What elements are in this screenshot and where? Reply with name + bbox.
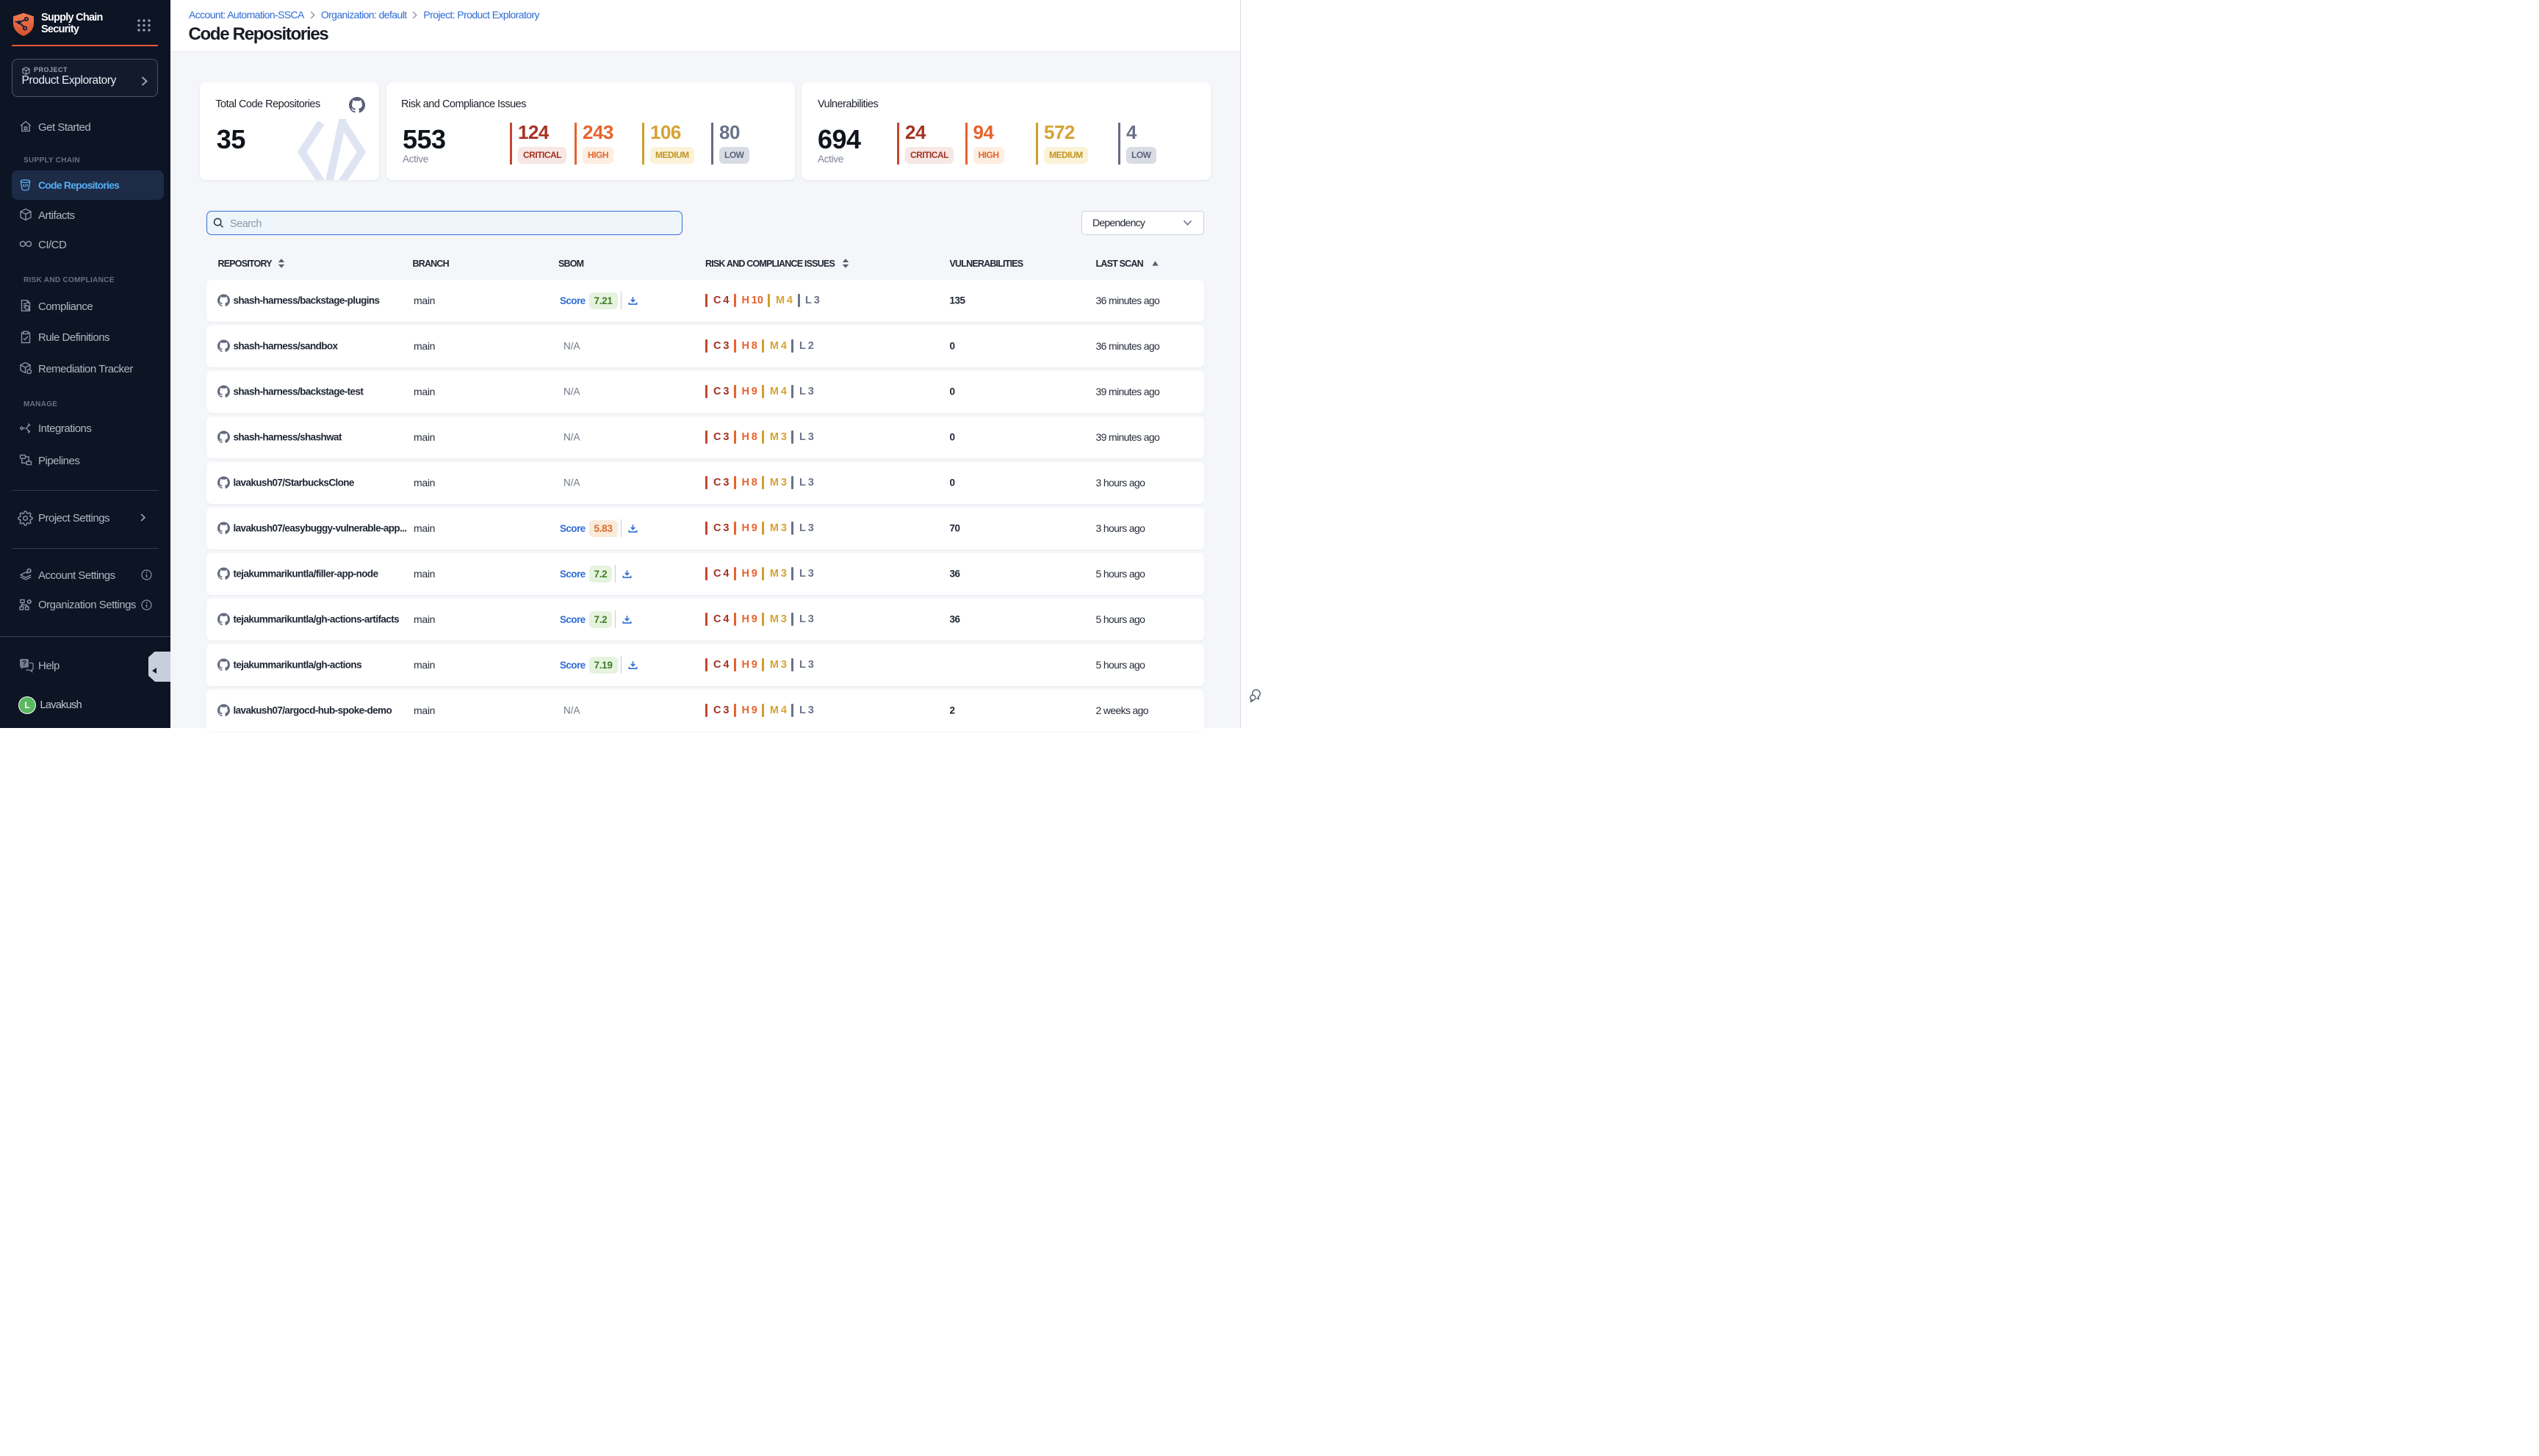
svg-text:?: ? <box>22 660 26 668</box>
